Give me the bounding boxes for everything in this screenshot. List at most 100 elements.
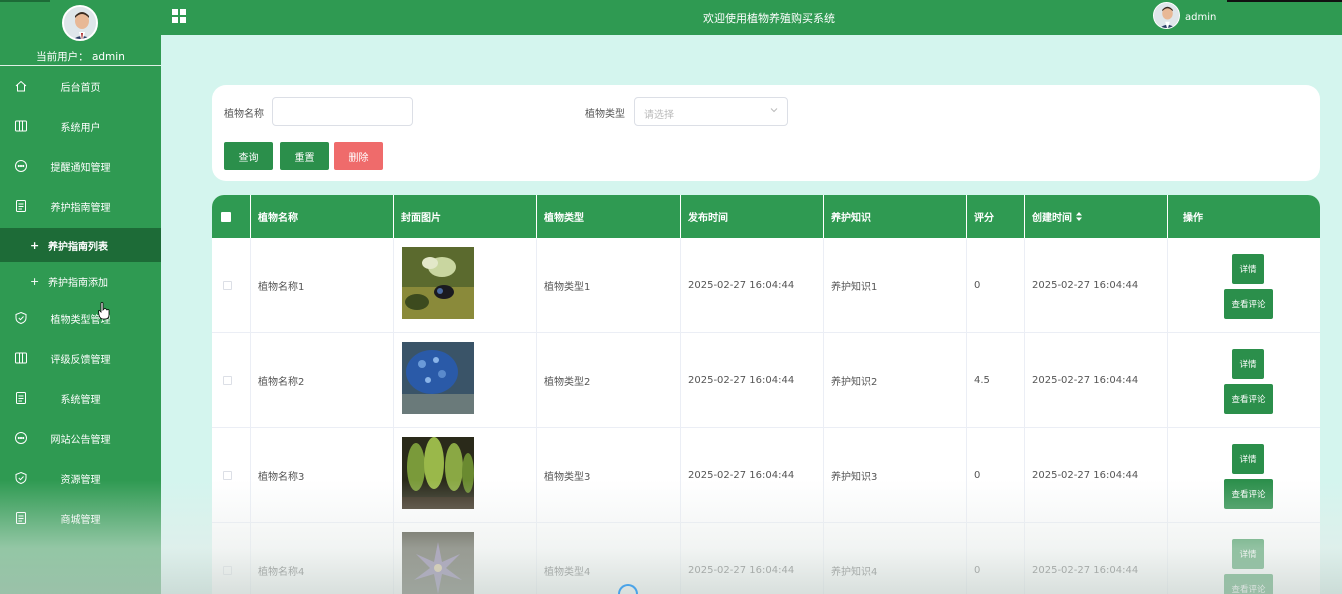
cell-text: 2025-02-27 16:04:44 — [1032, 280, 1139, 291]
cell-text: 2025-02-27 16:04:44 — [688, 565, 795, 576]
cell-actions: 详情 查看评论 — [1168, 428, 1320, 523]
cell-name: 植物名称4 — [251, 523, 394, 594]
menu-label: 提醒通知管理 — [50, 162, 111, 174]
sort-icon[interactable] — [1076, 212, 1082, 221]
cell-score: 0 — [967, 428, 1025, 523]
row-checkbox[interactable] — [223, 376, 232, 385]
hand-cursor-icon — [98, 302, 110, 320]
sidebar: 当前用户： admin 后台首页 系统用户 提醒通知管理 养护指南管理 + 养护… — [0, 0, 161, 594]
row-checkbox[interactable] — [223, 471, 232, 480]
reset-button[interactable]: 重置 — [280, 142, 329, 170]
cell-actions: 详情 查看评论 — [1168, 523, 1320, 594]
cell-text: 植物名称4 — [258, 567, 305, 578]
cell-cover — [394, 238, 537, 333]
detail-button[interactable]: 详情 — [1232, 539, 1264, 569]
plant-type-select[interactable]: 请选择 — [634, 97, 788, 126]
view-comments-button[interactable]: 查看评论 — [1224, 289, 1273, 319]
delete-button[interactable]: 删除 — [334, 142, 383, 170]
cell-actions: 详情 查看评论 — [1168, 238, 1320, 333]
menu-item-mall[interactable]: 商城管理 — [0, 500, 161, 536]
cell-text: 养护知识4 — [831, 567, 878, 578]
column-header-label: 封面图片 — [401, 213, 441, 224]
plant-name-label: 植物名称 — [224, 109, 264, 120]
row-select-cell — [212, 523, 251, 594]
submenu-label: 养护指南列表 — [48, 241, 108, 253]
menu-item-system-management[interactable]: 系统管理 — [0, 380, 161, 416]
cover-image — [402, 437, 474, 509]
cell-text: 养护知识3 — [831, 472, 878, 483]
cell-knowledge: 养护知识3 — [824, 428, 967, 523]
menu-label: 系统用户 — [60, 122, 101, 134]
cover-image — [402, 532, 474, 594]
column-header-name: 植物名称 — [251, 195, 394, 238]
column-header-label: 创建时间 — [1032, 213, 1072, 224]
menu-item-care-guide[interactable]: 养护指南管理 — [0, 188, 161, 224]
menu-item-notifications[interactable]: 提醒通知管理 — [0, 148, 161, 184]
cell-text: 2025-02-27 16:04:44 — [1032, 375, 1139, 386]
cell-text: 植物名称3 — [258, 472, 305, 483]
cell-text: 2025-02-27 16:04:44 — [688, 280, 795, 291]
view-comments-button[interactable]: 查看评论 — [1224, 479, 1273, 509]
row-checkbox[interactable] — [223, 281, 232, 290]
menu-item-plant-types[interactable]: 植物类型管理 — [0, 300, 161, 336]
cell-cover — [394, 333, 537, 428]
sidebar-top-line — [0, 0, 50, 2]
cell-created: 2025-02-27 16:04:44 — [1025, 523, 1168, 594]
header-username[interactable]: admin — [1185, 12, 1216, 23]
cell-text: 植物类型2 — [544, 377, 591, 388]
submenu-item-care-guide-list[interactable]: + 养护指南列表 — [0, 228, 161, 262]
cell-cover — [394, 428, 537, 523]
table-row: 植物名称2 植物类型2 2025-02-27 16:04:44 养护知识2 4.… — [212, 333, 1320, 428]
view-comments-button[interactable]: 查看评论 — [1224, 384, 1273, 414]
column-header-label: 植物类型 — [544, 213, 584, 224]
sidebar-avatar — [62, 5, 98, 41]
data-table: 植物名称 封面图片 植物类型 发布时间 养护知识 评分 创建时间 操作 植物名称… — [212, 195, 1320, 594]
header-avatar[interactable] — [1153, 2, 1180, 29]
view-comments-button[interactable]: 查看评论 — [1224, 574, 1273, 594]
cell-text: 0 — [974, 565, 981, 576]
plant-type-label: 植物类型 — [585, 109, 625, 120]
menu-item-home[interactable]: 后台首页 — [0, 68, 161, 104]
submenu-item-care-guide-add[interactable]: + 养护指南添加 — [0, 264, 161, 298]
cell-text: 4.5 — [974, 375, 990, 386]
menu-item-feedback[interactable]: 评级反馈管理 — [0, 340, 161, 376]
detail-button[interactable]: 详情 — [1232, 349, 1264, 379]
cell-text: 养护知识2 — [831, 377, 878, 388]
search-panel: 植物名称 植物类型 请选择 查询 重置 删除 — [212, 85, 1320, 181]
table-row: 植物名称3 植物类型3 2025-02-27 16:04:44 养护知识3 0 … — [212, 428, 1320, 523]
sidebar-divider — [0, 65, 161, 66]
cell-cover — [394, 523, 537, 594]
column-header-created[interactable]: 创建时间 — [1025, 195, 1168, 238]
menu-label: 后台首页 — [60, 82, 101, 94]
cell-text: 植物名称1 — [258, 282, 305, 293]
cell-text: 2025-02-27 16:04:44 — [1032, 470, 1139, 481]
detail-button[interactable]: 详情 — [1232, 444, 1264, 474]
menu-label: 网站公告管理 — [50, 434, 111, 446]
plant-name-input[interactable] — [272, 97, 413, 126]
cell-text: 0 — [974, 280, 981, 291]
query-button[interactable]: 查询 — [224, 142, 273, 170]
cell-knowledge: 养护知识4 — [824, 523, 967, 594]
cell-type: 植物类型4 — [537, 523, 681, 594]
cell-text: 养护知识1 — [831, 282, 878, 293]
column-header-type: 植物类型 — [537, 195, 681, 238]
menu-label: 养护指南管理 — [50, 202, 111, 214]
cell-text: 2025-02-27 16:04:44 — [1032, 565, 1139, 576]
menu-item-resources[interactable]: 资源管理 — [0, 460, 161, 496]
top-header: 欢迎使用植物养殖购买系统 admin — [161, 0, 1342, 35]
select-all-checkbox[interactable] — [221, 212, 231, 222]
cell-name: 植物名称1 — [251, 238, 394, 333]
menu-item-announcements[interactable]: 网站公告管理 — [0, 420, 161, 456]
cell-text: 植物类型1 — [544, 282, 591, 293]
cell-text: 2025-02-27 16:04:44 — [688, 375, 795, 386]
row-select-cell — [212, 333, 251, 428]
cell-text: 植物名称2 — [258, 377, 305, 388]
submenu-label: 养护指南添加 — [48, 277, 108, 289]
column-header-label: 操作 — [1183, 213, 1203, 224]
column-header-publish-time: 发布时间 — [681, 195, 824, 238]
menu-item-system-users[interactable]: 系统用户 — [0, 108, 161, 144]
row-checkbox[interactable] — [223, 566, 232, 575]
cell-knowledge: 养护知识2 — [824, 333, 967, 428]
cell-score: 4.5 — [967, 333, 1025, 428]
detail-button[interactable]: 详情 — [1232, 254, 1264, 284]
